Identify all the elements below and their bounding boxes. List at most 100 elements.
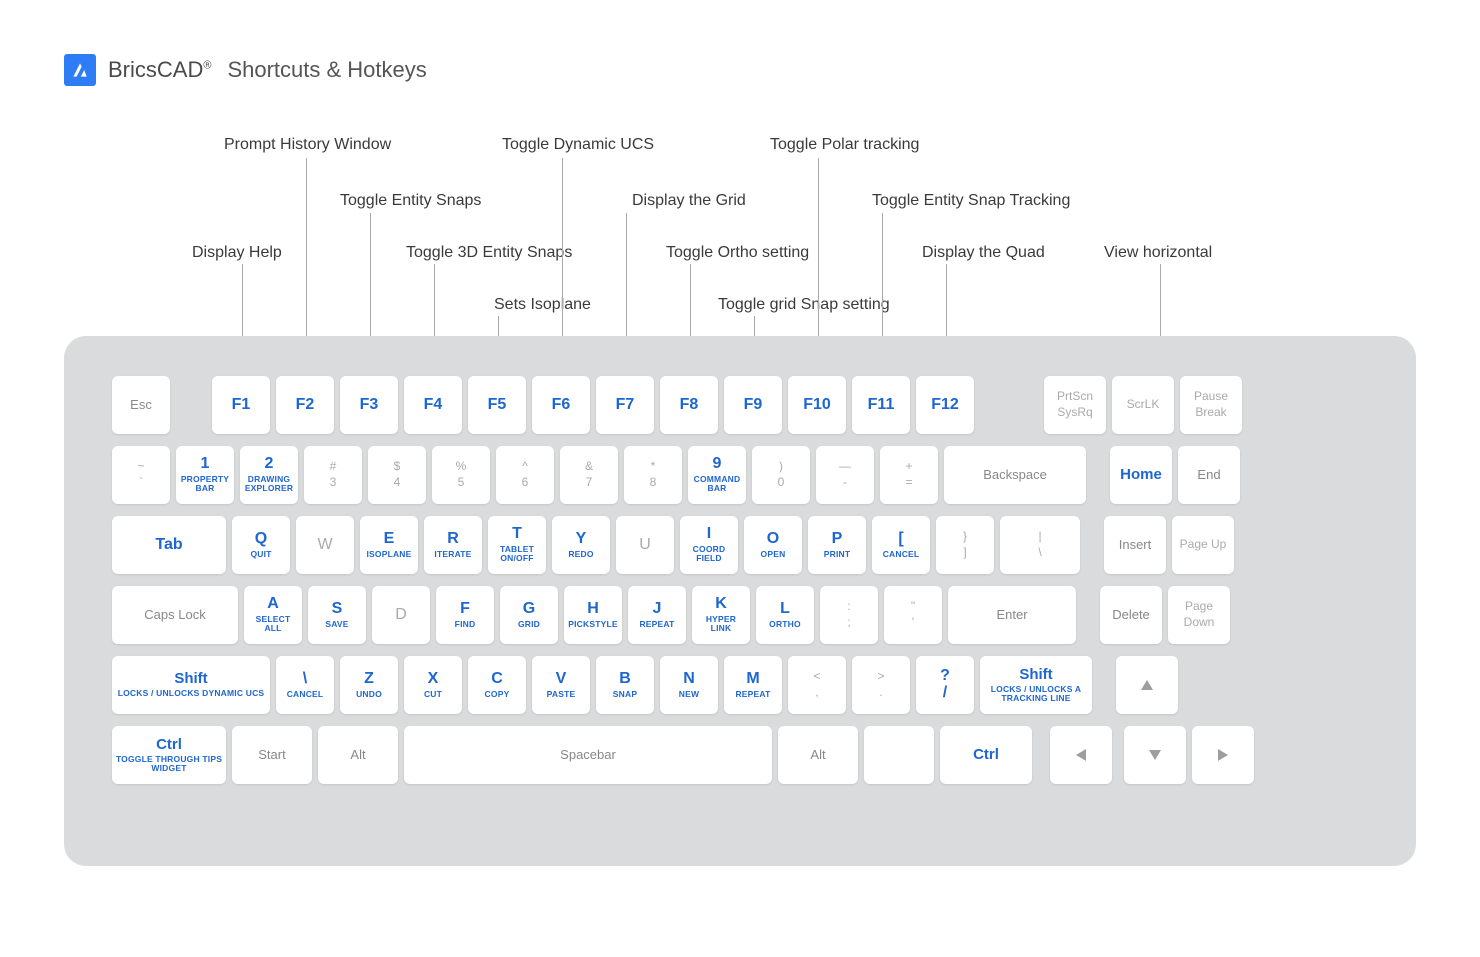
key-b[interactable]: BSNAP	[596, 656, 654, 714]
key-f7[interactable]: F7	[596, 376, 654, 434]
key-o[interactable]: OOPEN	[744, 516, 802, 574]
key-l[interactable]: LORTHO	[756, 586, 814, 644]
key-f2[interactable]: F2	[276, 376, 334, 434]
key-alt-right[interactable]: Alt	[778, 726, 858, 784]
key-p[interactable]: PPRINT	[808, 516, 866, 574]
key-q[interactable]: QQUIT	[232, 516, 290, 574]
key-y[interactable]: YREDO	[552, 516, 610, 574]
arrow-up-icon	[1140, 678, 1154, 692]
key-k[interactable]: KHYPER LINK	[692, 586, 750, 644]
row-asdf: Caps Lock ASELECT ALL SSAVE D FFIND GGRI…	[112, 586, 1368, 644]
label-f2: Prompt History Window	[224, 136, 391, 154]
arrow-right-icon	[1216, 748, 1230, 762]
key-f1[interactable]: F1	[212, 376, 270, 434]
key-j[interactable]: JREPEAT	[628, 586, 686, 644]
key-i[interactable]: ICOORD FIELD	[680, 516, 738, 574]
key-f4[interactable]: F4	[404, 376, 462, 434]
key-equals[interactable]: +=	[880, 446, 938, 504]
key-alt-left[interactable]: Alt	[318, 726, 398, 784]
key-dash[interactable]: —-	[816, 446, 874, 504]
key-capslock[interactable]: Caps Lock	[112, 586, 238, 644]
key-f5[interactable]: F5	[468, 376, 526, 434]
key-f11[interactable]: F11	[852, 376, 910, 434]
key-scrlk[interactable]: ScrLK	[1112, 376, 1174, 434]
key-pageup[interactable]: Page Up	[1172, 516, 1234, 574]
key-r[interactable]: RITERATE	[424, 516, 482, 574]
key-pagedown[interactable]: Page Down	[1168, 586, 1230, 644]
key-6[interactable]: ^6	[496, 446, 554, 504]
key-3[interactable]: #3	[304, 446, 362, 504]
key-slash[interactable]: ?/	[916, 656, 974, 714]
arrow-down-icon	[1148, 748, 1162, 762]
key-m[interactable]: MREPEAT	[724, 656, 782, 714]
key-dot[interactable]: >.	[852, 656, 910, 714]
key-ctrl-left[interactable]: CtrlTOGGLE THROUGH TIPS WIDGET	[112, 726, 226, 784]
key-backslash2[interactable]: \CANCEL	[276, 656, 334, 714]
key-7[interactable]: &7	[560, 446, 618, 504]
row-function: Esc F1 F2 F3 F4 F5 F6 F7 F8 F9 F10 F11 F…	[112, 376, 1368, 434]
label-home: View horizontal	[1104, 244, 1212, 262]
key-insert[interactable]: Insert	[1104, 516, 1166, 574]
key-tab[interactable]: Tab	[112, 516, 226, 574]
key-arrow-left[interactable]	[1050, 726, 1112, 784]
key-end[interactable]: End	[1178, 446, 1240, 504]
key-f[interactable]: FFIND	[436, 586, 494, 644]
key-backspace[interactable]: Backspace	[944, 446, 1086, 504]
page-title: Shortcuts & Hotkeys	[227, 57, 426, 83]
key-s[interactable]: SSAVE	[308, 586, 366, 644]
key-x[interactable]: XCUT	[404, 656, 462, 714]
key-pause[interactable]: Pause Break	[1180, 376, 1242, 434]
key-5[interactable]: %5	[432, 446, 490, 504]
key-0[interactable]: )0	[752, 446, 810, 504]
key-u[interactable]: U	[616, 516, 674, 574]
row-number: ~` 1PROPERTY BAR 2DRAWING EXPLORER #3 $4…	[112, 446, 1368, 504]
key-rbracket[interactable]: }]	[936, 516, 994, 574]
key-home[interactable]: Home	[1110, 446, 1172, 504]
key-menu[interactable]	[864, 726, 934, 784]
key-f10[interactable]: F10	[788, 376, 846, 434]
key-shift-left[interactable]: ShiftLOCKS / UNLOCKS DYNAMIC UCS	[112, 656, 270, 714]
label-f6: Toggle Dynamic UCS	[502, 136, 654, 154]
key-spacebar[interactable]: Spacebar	[404, 726, 772, 784]
page-header: BricsCAD® Shortcuts & Hotkeys	[64, 54, 427, 86]
key-backslash[interactable]: |\	[1000, 516, 1080, 574]
key-f3[interactable]: F3	[340, 376, 398, 434]
key-c[interactable]: CCOPY	[468, 656, 526, 714]
brand-name: BricsCAD®	[108, 57, 211, 83]
key-e[interactable]: EISOPLANE	[360, 516, 418, 574]
key-arrow-down[interactable]	[1124, 726, 1186, 784]
key-arrow-right[interactable]	[1192, 726, 1254, 784]
key-w[interactable]: W	[296, 516, 354, 574]
label-f9: Toggle grid Snap setting	[718, 296, 890, 314]
key-lbracket[interactable]: [CANCEL	[872, 516, 930, 574]
key-shift-right[interactable]: ShiftLOCKS / UNLOCKS A TRACKING LINE	[980, 656, 1092, 714]
key-esc[interactable]: Esc	[112, 376, 170, 434]
key-n[interactable]: NNEW	[660, 656, 718, 714]
key-delete[interactable]: Delete	[1100, 586, 1162, 644]
key-z[interactable]: ZUNDO	[340, 656, 398, 714]
key-semicolon[interactable]: :;	[820, 586, 878, 644]
key-8[interactable]: *8	[624, 446, 682, 504]
key-1[interactable]: 1PROPERTY BAR	[176, 446, 234, 504]
key-9[interactable]: 9COMMAND BAR	[688, 446, 746, 504]
key-start[interactable]: Start	[232, 726, 312, 784]
key-f8[interactable]: F8	[660, 376, 718, 434]
key-arrow-up[interactable]	[1116, 656, 1178, 714]
key-f6[interactable]: F6	[532, 376, 590, 434]
key-comma[interactable]: <,	[788, 656, 846, 714]
key-enter[interactable]: Enter	[948, 586, 1076, 644]
key-f12[interactable]: F12	[916, 376, 974, 434]
key-2[interactable]: 2DRAWING EXPLORER	[240, 446, 298, 504]
key-quote[interactable]: "'	[884, 586, 942, 644]
key-h[interactable]: HPICKSTYLE	[564, 586, 622, 644]
key-f9[interactable]: F9	[724, 376, 782, 434]
key-t[interactable]: TTABLET ON/OFF	[488, 516, 546, 574]
key-d[interactable]: D	[372, 586, 430, 644]
key-ctrl-right[interactable]: Ctrl	[940, 726, 1032, 784]
key-prtscn[interactable]: PrtScn SysRq	[1044, 376, 1106, 434]
key-v[interactable]: VPASTE	[532, 656, 590, 714]
key-g[interactable]: GGRID	[500, 586, 558, 644]
key-4[interactable]: $4	[368, 446, 426, 504]
key-a[interactable]: ASELECT ALL	[244, 586, 302, 644]
key-tilde[interactable]: ~`	[112, 446, 170, 504]
